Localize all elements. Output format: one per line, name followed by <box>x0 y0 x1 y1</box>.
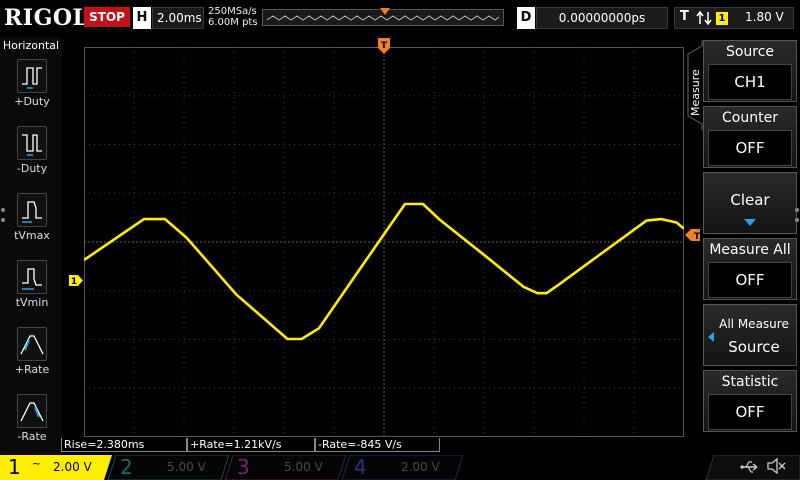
horizontal-key-badge: H <box>133 7 151 29</box>
timebase-readout[interactable]: 2.00ms <box>152 7 204 29</box>
source-softkey[interactable]: Source CH1 <box>703 40 797 102</box>
counter-softkey-value: OFF <box>708 130 792 166</box>
memory-waveform-overview[interactable] <box>262 8 504 26</box>
measure-all-softkey-value: OFF <box>708 262 792 298</box>
channel3-number: 3 <box>237 455 250 479</box>
delay-key-badge: D <box>517 7 535 29</box>
channel4-number: 4 <box>354 455 367 479</box>
measure-all-softkey-name: Measure All <box>709 242 791 258</box>
top-status-bar: RIGOL STOP H 2.00ms 250MSa/s 6.00M pts D… <box>0 0 800 36</box>
memory-trigger-marker <box>380 8 390 15</box>
expand-arrow-icon <box>744 219 756 226</box>
positive-rate-label: +Rate <box>14 363 50 376</box>
delay-readout[interactable]: 0.00000000ps <box>536 7 668 29</box>
counter-softkey[interactable]: Counter OFF <box>703 106 797 168</box>
all-measure-softkey-name: All Measure <box>719 317 789 331</box>
channel1-offset-marker[interactable]: 1 <box>69 275 83 286</box>
waveform-display[interactable] <box>84 47 684 437</box>
measurement-negative-rate: -Rate=-845 V/s <box>315 438 440 452</box>
channel4-tab[interactable]: 4 2.00 V <box>346 455 463 480</box>
menu-title-bracket <box>687 40 703 130</box>
tvmin-item[interactable]: tVmin <box>10 260 54 309</box>
tvmax-item[interactable]: tVmax <box>10 193 54 242</box>
trigger-edge-icon <box>696 10 712 26</box>
left-menu-title: Horizontal <box>2 39 60 52</box>
negative-rate-label: -Rate <box>17 430 47 443</box>
tvmax-label: tVmax <box>14 229 50 242</box>
channel1-waveform <box>84 202 684 341</box>
channel1-coupling: ~ <box>32 457 42 470</box>
right-edge-dot <box>795 208 799 212</box>
left-edge-dot <box>1 218 5 222</box>
all-measure-source-softkey[interactable]: All Measure Source <box>703 304 797 366</box>
tvmin-label: tVmin <box>15 296 49 309</box>
trigger-source-badge: 1 <box>716 12 728 25</box>
usb-icon <box>740 461 758 473</box>
statistic-softkey[interactable]: Statistic OFF <box>703 370 797 432</box>
source-softkey-name: Source <box>725 44 775 60</box>
channel2-number: 2 <box>120 455 133 479</box>
clear-softkey-name: Clear <box>730 191 770 209</box>
negative-rate-icon <box>17 394 47 428</box>
measurement-positive-rate: +Rate=1.21kV/s <box>187 438 315 452</box>
negative-rate-item[interactable]: -Rate <box>10 394 54 443</box>
channel2-scale: 5.00 V <box>167 460 206 474</box>
speaker-muted-icon[interactable] <box>766 456 786 476</box>
channel3-tab[interactable]: 3 5.00 V <box>229 455 346 480</box>
left-measure-menu: Horizontal +Duty -Duty tVmax tVmin +Rate <box>0 37 62 455</box>
memory-depth: 6.00M pts <box>208 17 258 28</box>
positive-rate-icon <box>17 327 47 361</box>
svg-text:1: 1 <box>71 277 77 286</box>
left-edge-dot <box>1 208 5 212</box>
trigger-status[interactable]: T 1 1.80 V <box>674 7 794 29</box>
statistic-softkey-name: Statistic <box>721 374 779 390</box>
rigol-logo: RIGOL <box>4 5 89 31</box>
statistic-softkey-value: OFF <box>708 394 792 430</box>
channel-status-bar: 1 ~ 2.00 V 2 5.00 V 3 5.00 V 4 2.00 V <box>0 455 800 480</box>
measure-all-softkey[interactable]: Measure All OFF <box>703 238 797 300</box>
counter-softkey-name: Counter <box>722 110 778 126</box>
trigger-position-marker[interactable]: T <box>378 38 390 54</box>
run-stop-indicator[interactable]: STOP <box>84 7 130 27</box>
channel3-scale: 5.00 V <box>284 460 323 474</box>
right-edge-dot <box>795 218 799 222</box>
trigger-level-readout: 1.80 V <box>745 10 784 24</box>
channel1-number: 1 <box>8 455 21 479</box>
negative-duty-label: -Duty <box>16 162 48 175</box>
all-measure-softkey-value: Source <box>728 338 780 356</box>
positive-duty-item[interactable]: +Duty <box>10 59 54 108</box>
channel1-tab[interactable]: 1 ~ 2.00 V <box>0 455 112 480</box>
positive-duty-icon <box>17 59 47 93</box>
channel4-scale: 2.00 V <box>401 460 440 474</box>
source-softkey-value: CH1 <box>708 64 792 100</box>
time-at-vmin-icon <box>17 260 47 294</box>
trigger-key-badge: T <box>680 9 689 24</box>
measurement-rise: Rise=2.380ms <box>61 438 187 452</box>
channel1-scale: 2.00 V <box>53 460 92 474</box>
svg-text:T: T <box>381 41 388 51</box>
negative-duty-icon <box>17 126 47 160</box>
sample-rate: 250MSa/s <box>208 6 257 17</box>
positive-rate-item[interactable]: +Rate <box>10 327 54 376</box>
negative-duty-item[interactable]: -Duty <box>10 126 54 175</box>
channel2-tab[interactable]: 2 5.00 V <box>112 455 229 480</box>
positive-duty-label: +Duty <box>14 95 50 108</box>
channel1-trace <box>84 202 684 341</box>
clear-softkey[interactable]: Clear <box>703 172 797 234</box>
time-at-vmax-icon <box>17 193 47 227</box>
